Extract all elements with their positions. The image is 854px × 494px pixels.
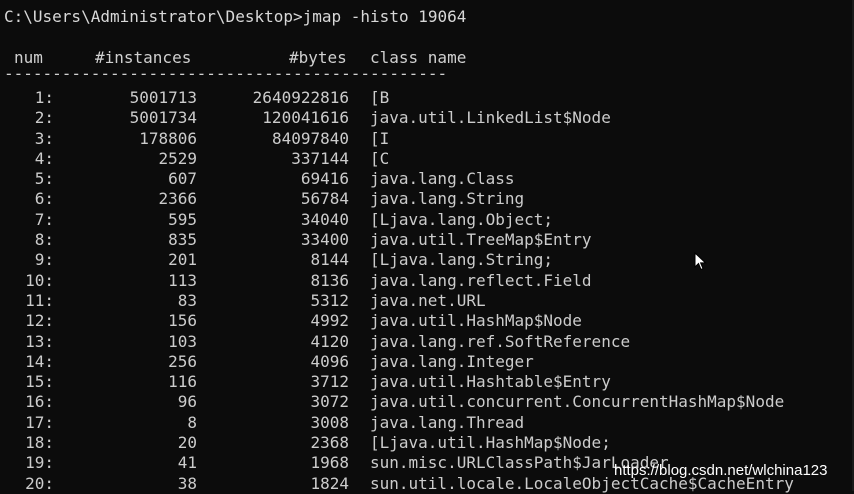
table-row: 6: 2366 56784 java.lang.String	[0, 189, 854, 209]
row-class-name: java.util.Hashtable$Entry	[370, 372, 611, 392]
row-class-name: java.lang.Class	[370, 169, 515, 189]
table-row: 14: 256 4096 java.lang.Integer	[0, 352, 854, 372]
table-row: 16: 96 3072 java.util.concurrent.Concurrent…	[0, 392, 854, 412]
row-bytes: 4096	[310, 351, 349, 371]
table-row: 4: 2529 337144 [C	[0, 149, 854, 169]
histogram-table: 1: 5001713 2640922816 [B 2: 5001734 120041616 j…	[0, 88, 854, 494]
row-bytes: 3008	[310, 412, 349, 432]
row-class-name: java.lang.Thread	[370, 412, 525, 432]
row-bytes: 337144	[291, 148, 349, 168]
row-bytes: 4120	[310, 331, 349, 351]
row-class-name: [Ljava.util.HashMap$Node;	[370, 433, 611, 453]
table-row: 11: 83 5312 java.net.URL	[0, 291, 854, 311]
row-bytes: 120041616	[262, 108, 349, 128]
row-bytes: 8144	[310, 250, 349, 270]
row-bytes: 33400	[300, 230, 349, 250]
table-row: 1: 5001713 2640922816 [B	[0, 88, 854, 108]
row-bytes: 84097840	[271, 128, 349, 148]
terminal-window[interactable]: C:\Users\Administrator\Desktop>jmap -his…	[0, 0, 854, 494]
row-bytes: 56784	[300, 189, 349, 209]
row-class-name: java.lang.Integer	[370, 351, 534, 371]
row-class-name: java.lang.reflect.Field	[370, 270, 592, 290]
table-row: 15: 116 3712 java.util.Hashtable$Entry	[0, 372, 854, 392]
command-prompt: C:\Users\Administrator\Desktop>jmap -his…	[4, 7, 467, 26]
row-bytes: 5312	[310, 290, 349, 310]
table-row: 5: 607 69416 java.lang.Class	[0, 169, 854, 189]
row-class-name: [Ljava.lang.Object;	[370, 209, 554, 229]
header-separator: ----------------------------------------…	[4, 64, 448, 83]
row-bytes: 8136	[310, 270, 349, 290]
row-bytes: 34040	[300, 209, 349, 229]
row-class-name: java.util.TreeMap$Entry	[370, 230, 592, 250]
row-class-name: java.net.URL	[370, 290, 486, 310]
row-class-name: java.util.HashMap$Node	[370, 311, 582, 331]
table-row: 12: 156 4992 java.util.HashMap$Node	[0, 311, 854, 331]
table-row: 18: 20 2368 [Ljava.util.HashMap$Node;	[0, 433, 854, 453]
table-row: 9: 201 8144 [Ljava.lang.String;	[0, 250, 854, 270]
table-row: 17: 8 3008 java.lang.Thread	[0, 413, 854, 433]
table-row: 10: 113 8136 java.lang.reflect.Field	[0, 271, 854, 291]
row-class-name: [C	[370, 148, 390, 168]
row-bytes: 1968	[310, 453, 349, 473]
row-bytes: 2640922816	[252, 88, 349, 107]
row-class-name: [B	[370, 88, 390, 107]
table-row: 8: 835 33400 java.util.TreeMap$Entry	[0, 230, 854, 250]
watermark: https://blog.csdn.net/wlchina123	[614, 462, 828, 479]
row-bytes: 3072	[310, 392, 349, 412]
table-row: 3: 178806 84097840 [I	[0, 129, 854, 149]
row-class-name: java.util.LinkedList$Node	[370, 108, 611, 128]
row-class-name: java.lang.ref.SoftReference	[370, 331, 631, 351]
table-row: 7: 595 34040 [Ljava.lang.Object;	[0, 210, 854, 230]
row-bytes: 4992	[310, 311, 349, 331]
row-bytes: 3712	[310, 372, 349, 392]
row-class-name: java.util.concurrent.ConcurrentHashMap$N…	[370, 392, 785, 412]
row-bytes: 69416	[300, 169, 349, 189]
table-row: 2: 5001734 120041616 java.util.LinkedList$N…	[0, 108, 854, 128]
row-class-name: [I	[370, 128, 390, 148]
row-bytes: 2368	[310, 433, 349, 453]
row-class-name: java.lang.String	[370, 189, 525, 209]
table-row: 13: 103 4120 java.lang.ref.SoftReference	[0, 332, 854, 352]
row-class-name: [Ljava.lang.String;	[370, 250, 554, 270]
mouse-pointer-icon	[694, 252, 707, 271]
